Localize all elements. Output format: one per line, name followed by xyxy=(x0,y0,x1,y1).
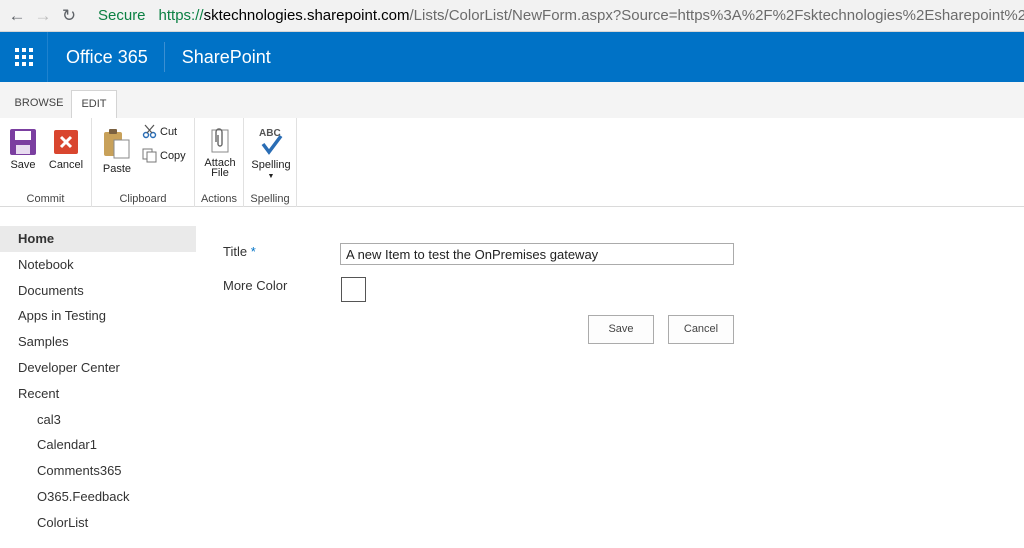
copy-label: Copy xyxy=(160,149,186,162)
back-arrow-icon[interactable]: ← xyxy=(4,3,30,29)
waffle-icon xyxy=(14,48,33,66)
commit-group-label: Commit xyxy=(26,193,65,205)
clipboard-group-label: Clipboard xyxy=(119,193,167,205)
ribbon-save-label: Save xyxy=(10,159,36,171)
url-protocol: https:// xyxy=(158,7,204,24)
secure-label: Secure xyxy=(98,7,146,24)
ribbon-cancel-button[interactable]: Cancel xyxy=(48,128,84,171)
spelling-group: ABC Spelling ▼ Spelling xyxy=(244,118,297,207)
cancel-button[interactable]: Cancel xyxy=(668,315,734,344)
spelling-group-label: Spelling xyxy=(250,193,290,205)
nav-item-documents[interactable]: Documents xyxy=(0,278,196,304)
nav-item-colorlist[interactable]: ColorList xyxy=(0,510,196,536)
tab-browse[interactable]: BROWSE xyxy=(10,90,68,118)
save-button[interactable]: Save xyxy=(588,315,654,344)
tab-edit[interactable]: EDIT xyxy=(71,90,117,119)
more-color-checkbox[interactable] xyxy=(341,277,366,302)
nav-item-comments365[interactable]: Comments365 xyxy=(0,458,196,484)
nav-item-o365-feedback[interactable]: O365.Feedback xyxy=(0,484,196,510)
save-icon xyxy=(10,129,36,155)
nav-item-recent[interactable]: Recent xyxy=(0,381,196,407)
app-launcher-button[interactable] xyxy=(0,32,48,82)
ribbon-save-button[interactable]: Save xyxy=(6,128,40,171)
url-field[interactable]: Secure https://sktechnologies.sharepoint… xyxy=(88,3,1024,29)
nav-item-cal3[interactable]: cal3 xyxy=(0,407,196,433)
ribbon: Save Cancel Commit Paste Cut Copy Clipbo… xyxy=(0,118,1024,207)
suite-bar: Office 365 SharePoint xyxy=(0,32,1024,82)
title-input[interactable] xyxy=(340,243,734,265)
ribbon-tab-strip: BROWSE EDIT xyxy=(0,82,1024,119)
nav-item-calendar1[interactable]: Calendar1 xyxy=(0,432,196,458)
title-label-text: Title xyxy=(223,244,248,259)
url-path: /Lists/ColorList/NewForm.aspx?Source=htt… xyxy=(409,7,1024,24)
actions-group: Attach File Actions xyxy=(195,118,244,207)
attach-label-line2: File xyxy=(211,167,229,179)
spelling-button[interactable]: ABC Spelling ▼ xyxy=(250,126,292,182)
scissors-icon xyxy=(142,124,157,139)
abc-glyph: ABC xyxy=(259,128,281,139)
attach-file-button[interactable]: Attach File xyxy=(201,126,239,179)
clipboard-group: Paste Cut Copy Clipboard xyxy=(92,118,195,207)
nav-item-apps-in-testing[interactable]: Apps in Testing xyxy=(0,303,196,329)
spelling-dropdown-icon: ▼ xyxy=(267,173,275,180)
paste-clipboard-icon xyxy=(104,129,130,159)
copy-button[interactable]: Copy xyxy=(142,148,186,163)
nav-item-notebook[interactable]: Notebook xyxy=(0,252,196,278)
spelling-label: Spelling xyxy=(251,159,291,171)
paste-label: Paste xyxy=(102,163,132,175)
required-marker: * xyxy=(250,244,256,259)
sharepoint-app-link[interactable]: SharePoint xyxy=(182,47,271,68)
ribbon-cancel-label: Cancel xyxy=(48,159,84,171)
title-label: Title * xyxy=(223,244,256,259)
actions-group-label: Actions xyxy=(200,193,238,205)
url-host: sktechnologies.sharepoint.com xyxy=(203,7,410,24)
browser-address-bar: ← → ↻ Secure https://sktechnologies.shar… xyxy=(0,0,1024,32)
copy-icon xyxy=(142,148,157,163)
office365-brand-link[interactable]: Office 365 xyxy=(66,42,165,72)
nav-item-home[interactable]: Home xyxy=(0,226,196,252)
commit-group: Save Cancel Commit xyxy=(0,118,92,207)
reload-icon[interactable]: ↻ xyxy=(56,3,82,29)
nav-item-samples[interactable]: Samples xyxy=(0,329,196,355)
cut-button[interactable]: Cut xyxy=(142,124,177,139)
spellcheck-icon: ABC xyxy=(259,128,283,155)
cut-label: Cut xyxy=(160,125,178,138)
more-color-label: More Color xyxy=(223,278,288,293)
nav-item-developer-center[interactable]: Developer Center xyxy=(0,355,196,381)
quick-launch-nav: Home Notebook Documents Apps in Testing … xyxy=(0,226,196,536)
paste-button[interactable]: Paste xyxy=(100,128,134,175)
paperclip-icon xyxy=(211,128,229,153)
cancel-x-icon xyxy=(54,130,78,154)
forward-arrow-icon[interactable]: → xyxy=(30,3,56,29)
